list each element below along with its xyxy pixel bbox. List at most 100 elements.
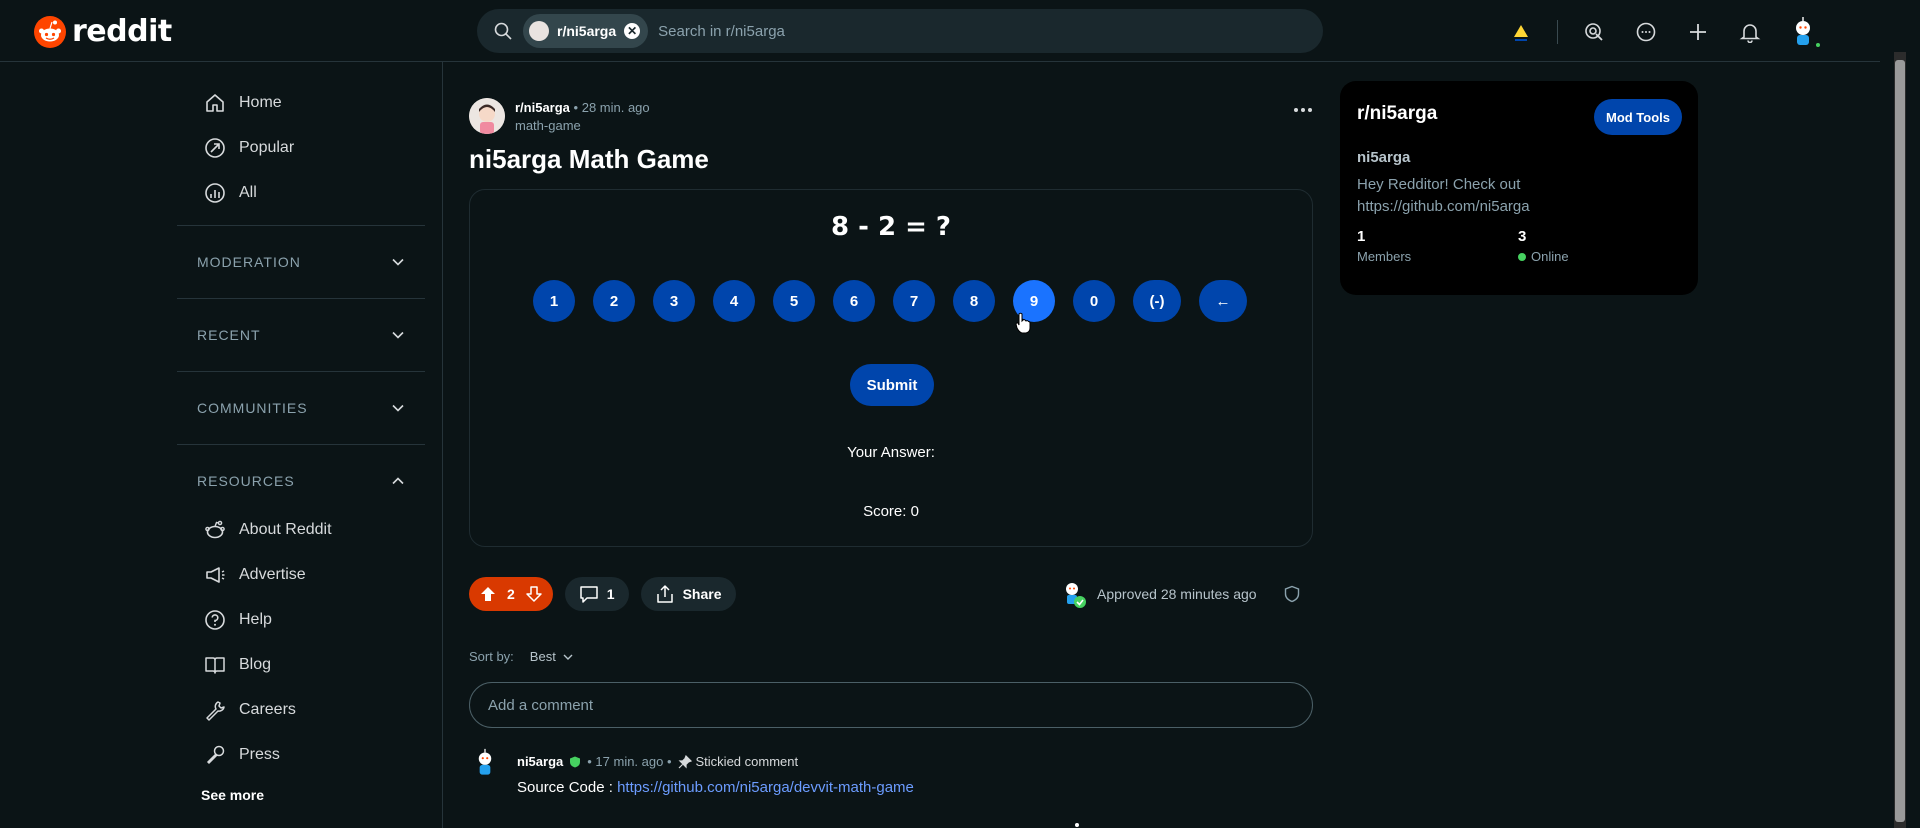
page-scrollbar bbox=[1880, 0, 1920, 828]
key-6[interactable]: 6 bbox=[833, 280, 875, 322]
sidebar-item-advertise[interactable]: Advertise bbox=[177, 552, 425, 597]
key-7[interactable]: 7 bbox=[893, 280, 935, 322]
section-resources[interactable]: RESOURCES bbox=[177, 455, 425, 507]
meta-top-line: r/ni5arga • 28 min. ago bbox=[515, 100, 650, 115]
sort-dropdown[interactable]: Best bbox=[530, 649, 574, 664]
notifications-icon[interactable] bbox=[1734, 16, 1766, 48]
home-icon bbox=[203, 91, 227, 115]
add-comment-input[interactable] bbox=[488, 696, 1288, 714]
comment-link[interactable]: https://github.com/ni5arga/devvit-math-g… bbox=[617, 779, 914, 796]
search-scope-label: r/ni5arga bbox=[557, 23, 617, 39]
mod-shield-icon[interactable] bbox=[1283, 585, 1301, 603]
share-button[interactable]: Share bbox=[640, 577, 736, 611]
section-recent[interactable]: RECENT bbox=[177, 309, 425, 361]
share-label: Share bbox=[682, 586, 722, 602]
post-overflow-menu[interactable] bbox=[1293, 108, 1313, 112]
advertise-icon[interactable] bbox=[1505, 16, 1537, 48]
share-icon bbox=[656, 585, 673, 603]
search-bar[interactable]: r/ni5arga ✕ bbox=[477, 9, 1323, 53]
chat-icon[interactable] bbox=[1630, 16, 1662, 48]
sidebar-item-press[interactable]: Press bbox=[177, 732, 425, 777]
key-8[interactable]: 8 bbox=[953, 280, 995, 322]
members-label: Members bbox=[1357, 249, 1412, 264]
members-count: 1 bbox=[1357, 228, 1366, 245]
post-meta-text: r/ni5arga • 28 min. ago math-game bbox=[515, 100, 650, 133]
reddit-alien-icon bbox=[203, 518, 227, 542]
section-label: MODERATION bbox=[197, 254, 301, 270]
community-card: r/ni5arga Mod Tools ni5arga Hey Redditor… bbox=[1340, 81, 1698, 295]
sidebar-border bbox=[442, 62, 443, 828]
microphone-icon bbox=[203, 743, 227, 767]
keypad: 1 2 3 4 5 6 7 8 9 0 (-) ← bbox=[533, 280, 1247, 322]
section-label: COMMUNITIES bbox=[197, 400, 308, 416]
clear-scope-icon[interactable]: ✕ bbox=[624, 23, 641, 39]
section-communities[interactable]: COMMUNITIES bbox=[177, 382, 425, 434]
section-label: RECENT bbox=[197, 327, 261, 343]
approval-status: Approved 28 minutes ago bbox=[1059, 577, 1257, 611]
key-4[interactable]: 4 bbox=[713, 280, 755, 322]
sidebar-item-label: Press bbox=[239, 745, 280, 763]
sidebar-item-label: Blog bbox=[239, 655, 272, 673]
key-negative[interactable]: (-) bbox=[1133, 280, 1181, 322]
section-moderation[interactable]: MODERATION bbox=[177, 236, 425, 288]
create-post-icon[interactable] bbox=[1682, 16, 1714, 48]
sidebar-item-popular[interactable]: Popular bbox=[177, 125, 425, 170]
comment-head: ni5arga • 17 min. ago • Stickied comment bbox=[517, 754, 914, 769]
help-icon bbox=[203, 608, 227, 632]
upvote-icon[interactable] bbox=[479, 585, 497, 603]
comments-button[interactable]: 1 bbox=[564, 577, 629, 611]
sidebar-item-about-reddit[interactable]: About Reddit bbox=[177, 507, 425, 552]
reddit-logo[interactable]: reddit bbox=[34, 14, 172, 49]
add-comment-box[interactable] bbox=[469, 682, 1313, 728]
sidebar-item-home[interactable]: Home bbox=[177, 80, 425, 125]
sidebar-item-label: Careers bbox=[239, 700, 296, 718]
see-more-link[interactable]: See more bbox=[177, 787, 425, 803]
subreddit-avatar[interactable] bbox=[469, 98, 505, 134]
sidebar-item-blog[interactable]: Blog bbox=[177, 642, 425, 687]
sidebar-item-help[interactable]: Help bbox=[177, 597, 425, 642]
approved-text: Approved 28 minutes ago bbox=[1097, 586, 1257, 602]
sidebar-item-label: Help bbox=[239, 610, 272, 628]
reddit-alien-logo-icon bbox=[34, 15, 66, 48]
key-3[interactable]: 3 bbox=[653, 280, 695, 322]
members-stat: 1 Members bbox=[1357, 228, 1518, 264]
sidebar-divider bbox=[177, 225, 425, 226]
sidebar-item-careers[interactable]: Careers bbox=[177, 687, 425, 732]
vote-count: 2 bbox=[507, 586, 515, 602]
commenter-avatar[interactable] bbox=[469, 748, 501, 780]
online-label-row: Online bbox=[1518, 249, 1679, 264]
submit-button[interactable]: Submit bbox=[850, 364, 934, 406]
key-backspace[interactable]: ← bbox=[1199, 280, 1247, 322]
comment-count: 1 bbox=[606, 586, 615, 602]
downvote-icon[interactable] bbox=[525, 585, 543, 603]
equation: 8 - 2 = ? bbox=[830, 212, 952, 242]
sort-label: Sort by: bbox=[469, 649, 514, 664]
sidebar-item-label: All bbox=[239, 183, 257, 201]
subreddit-avatar bbox=[529, 21, 549, 41]
stickied-label: Stickied comment bbox=[695, 754, 799, 769]
topbar-divider bbox=[1557, 20, 1558, 44]
user-avatar[interactable] bbox=[1786, 15, 1822, 49]
search-scope-chip[interactable]: r/ni5arga ✕ bbox=[523, 14, 649, 48]
score-label: Score: 0 bbox=[863, 503, 919, 520]
comment-author[interactable]: ni5arga bbox=[517, 754, 563, 769]
sidebar-item-label: Popular bbox=[239, 138, 295, 156]
key-0[interactable]: 0 bbox=[1073, 280, 1115, 322]
megaphone-icon bbox=[203, 563, 227, 587]
mod-tools-button[interactable]: Mod Tools bbox=[1594, 99, 1682, 135]
mod-icon[interactable] bbox=[1578, 16, 1610, 48]
post-meta: r/ni5arga • 28 min. ago math-game bbox=[469, 96, 1313, 136]
sidebar-item-label: Advertise bbox=[239, 565, 306, 583]
key-5[interactable]: 5 bbox=[773, 280, 815, 322]
popular-icon bbox=[203, 136, 227, 160]
scroll-thumb[interactable] bbox=[1895, 60, 1905, 822]
key-1[interactable]: 1 bbox=[533, 280, 575, 322]
mod-badge-icon bbox=[570, 756, 581, 767]
key-2[interactable]: 2 bbox=[593, 280, 635, 322]
book-icon bbox=[203, 653, 227, 677]
community-description: Hey Redditor! Check out https://github.c… bbox=[1357, 176, 1530, 215]
all-icon bbox=[203, 181, 227, 205]
sidebar-item-all[interactable]: All bbox=[177, 170, 425, 215]
search-input[interactable] bbox=[658, 22, 1259, 40]
subreddit-link[interactable]: r/ni5arga bbox=[515, 100, 570, 115]
